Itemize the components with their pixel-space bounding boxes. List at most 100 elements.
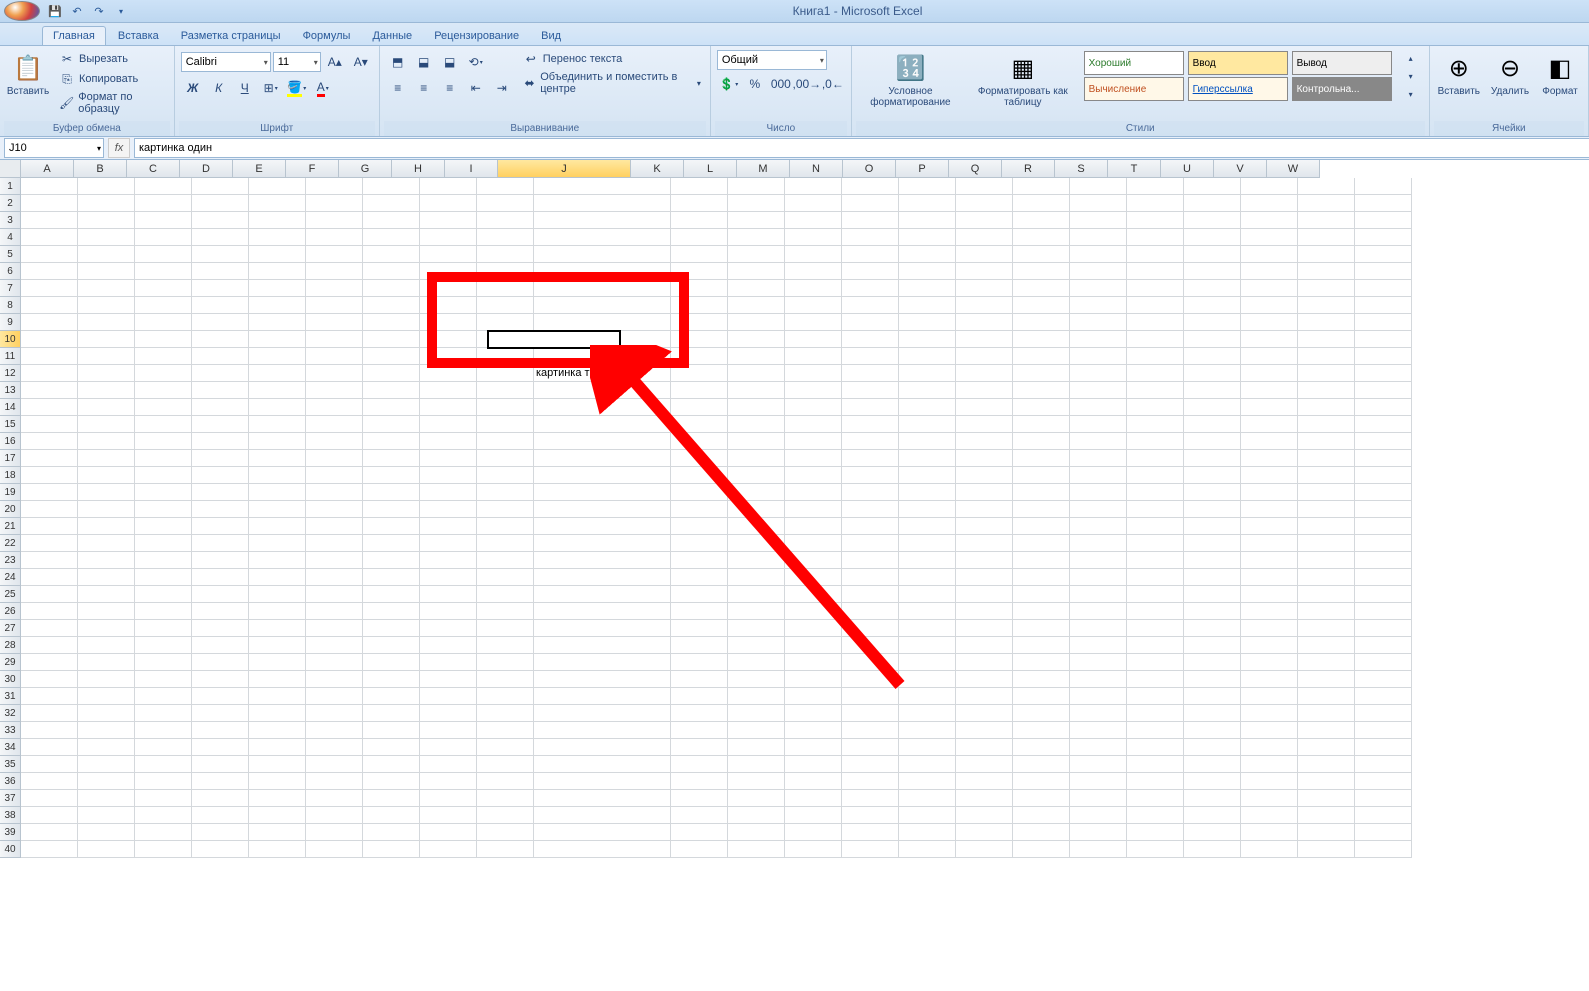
cell-A11[interactable] [21, 348, 78, 365]
cell-U14[interactable] [1241, 399, 1298, 416]
style-calc[interactable]: Вычисление [1084, 77, 1184, 101]
cell-L15[interactable] [728, 416, 785, 433]
cell-L3[interactable] [728, 212, 785, 229]
cell-T37[interactable] [1184, 790, 1241, 807]
cell-J17[interactable] [534, 450, 671, 467]
format-painter-button[interactable]: 🖌Формат по образцу [56, 90, 168, 116]
cell-K35[interactable] [671, 756, 728, 773]
cell-R31[interactable] [1070, 688, 1127, 705]
cell-H28[interactable] [420, 637, 477, 654]
cell-T31[interactable] [1184, 688, 1241, 705]
cell-L31[interactable] [728, 688, 785, 705]
cell-T38[interactable] [1184, 807, 1241, 824]
cell-Q11[interactable] [1013, 348, 1070, 365]
cell-W3[interactable] [1355, 212, 1412, 229]
cell-J5[interactable] [534, 246, 671, 263]
cell-N20[interactable] [842, 501, 899, 518]
cell-R37[interactable] [1070, 790, 1127, 807]
cell-D20[interactable] [192, 501, 249, 518]
cell-T21[interactable] [1184, 518, 1241, 535]
cell-V9[interactable] [1298, 314, 1355, 331]
cell-E3[interactable] [249, 212, 306, 229]
cell-A39[interactable] [21, 824, 78, 841]
cell-K12[interactable] [671, 365, 728, 382]
cell-K10[interactable] [671, 331, 728, 348]
cell-N21[interactable] [842, 518, 899, 535]
cell-A13[interactable] [21, 382, 78, 399]
cell-J30[interactable] [534, 671, 671, 688]
cell-A7[interactable] [21, 280, 78, 297]
cell-A1[interactable] [21, 178, 78, 195]
cell-S15[interactable] [1127, 416, 1184, 433]
cell-T17[interactable] [1184, 450, 1241, 467]
cell-E1[interactable] [249, 178, 306, 195]
cell-Q24[interactable] [1013, 569, 1070, 586]
cell-H3[interactable] [420, 212, 477, 229]
cell-L23[interactable] [728, 552, 785, 569]
cell-S32[interactable] [1127, 705, 1184, 722]
cell-O4[interactable] [899, 229, 956, 246]
cell-J18[interactable] [534, 467, 671, 484]
cell-U17[interactable] [1241, 450, 1298, 467]
cell-B10[interactable] [78, 331, 135, 348]
cell-Q38[interactable] [1013, 807, 1070, 824]
cell-R7[interactable] [1070, 280, 1127, 297]
cell-J23[interactable] [534, 552, 671, 569]
cell-A35[interactable] [21, 756, 78, 773]
cell-N10[interactable] [842, 331, 899, 348]
cell-M33[interactable] [785, 722, 842, 739]
cell-M40[interactable] [785, 841, 842, 858]
cell-A28[interactable] [21, 637, 78, 654]
style-output[interactable]: Вывод [1292, 51, 1392, 75]
cell-H35[interactable] [420, 756, 477, 773]
row-header-37[interactable]: 37 [0, 790, 21, 807]
cell-B24[interactable] [78, 569, 135, 586]
column-header-M[interactable]: M [737, 160, 790, 178]
cell-B28[interactable] [78, 637, 135, 654]
cell-G39[interactable] [363, 824, 420, 841]
cell-F33[interactable] [306, 722, 363, 739]
cell-I26[interactable] [477, 603, 534, 620]
cell-R29[interactable] [1070, 654, 1127, 671]
cell-G36[interactable] [363, 773, 420, 790]
cell-O10[interactable] [899, 331, 956, 348]
cell-L28[interactable] [728, 637, 785, 654]
cell-G34[interactable] [363, 739, 420, 756]
cell-E23[interactable] [249, 552, 306, 569]
cell-F40[interactable] [306, 841, 363, 858]
cell-R35[interactable] [1070, 756, 1127, 773]
cell-F29[interactable] [306, 654, 363, 671]
cell-W10[interactable] [1355, 331, 1412, 348]
cell-E39[interactable] [249, 824, 306, 841]
cell-V13[interactable] [1298, 382, 1355, 399]
cell-C18[interactable] [135, 467, 192, 484]
cell-S34[interactable] [1127, 739, 1184, 756]
cell-S5[interactable] [1127, 246, 1184, 263]
cell-Q35[interactable] [1013, 756, 1070, 773]
column-header-A[interactable]: A [21, 160, 74, 178]
cell-D8[interactable] [192, 297, 249, 314]
cell-R14[interactable] [1070, 399, 1127, 416]
cell-O19[interactable] [899, 484, 956, 501]
cell-O37[interactable] [899, 790, 956, 807]
cell-E31[interactable] [249, 688, 306, 705]
cell-G33[interactable] [363, 722, 420, 739]
cell-Q21[interactable] [1013, 518, 1070, 535]
cell-A20[interactable] [21, 501, 78, 518]
row-header-6[interactable]: 6 [0, 263, 21, 280]
cell-N11[interactable] [842, 348, 899, 365]
cell-G31[interactable] [363, 688, 420, 705]
cell-Q6[interactable] [1013, 263, 1070, 280]
cell-A23[interactable] [21, 552, 78, 569]
cell-F23[interactable] [306, 552, 363, 569]
cell-C40[interactable] [135, 841, 192, 858]
insert-cells-button[interactable]: ⊕Вставить [1434, 48, 1484, 101]
cell-O21[interactable] [899, 518, 956, 535]
cell-B15[interactable] [78, 416, 135, 433]
cell-G11[interactable] [363, 348, 420, 365]
row-header-14[interactable]: 14 [0, 399, 21, 416]
cell-H33[interactable] [420, 722, 477, 739]
cell-C24[interactable] [135, 569, 192, 586]
cell-A30[interactable] [21, 671, 78, 688]
cell-Q7[interactable] [1013, 280, 1070, 297]
